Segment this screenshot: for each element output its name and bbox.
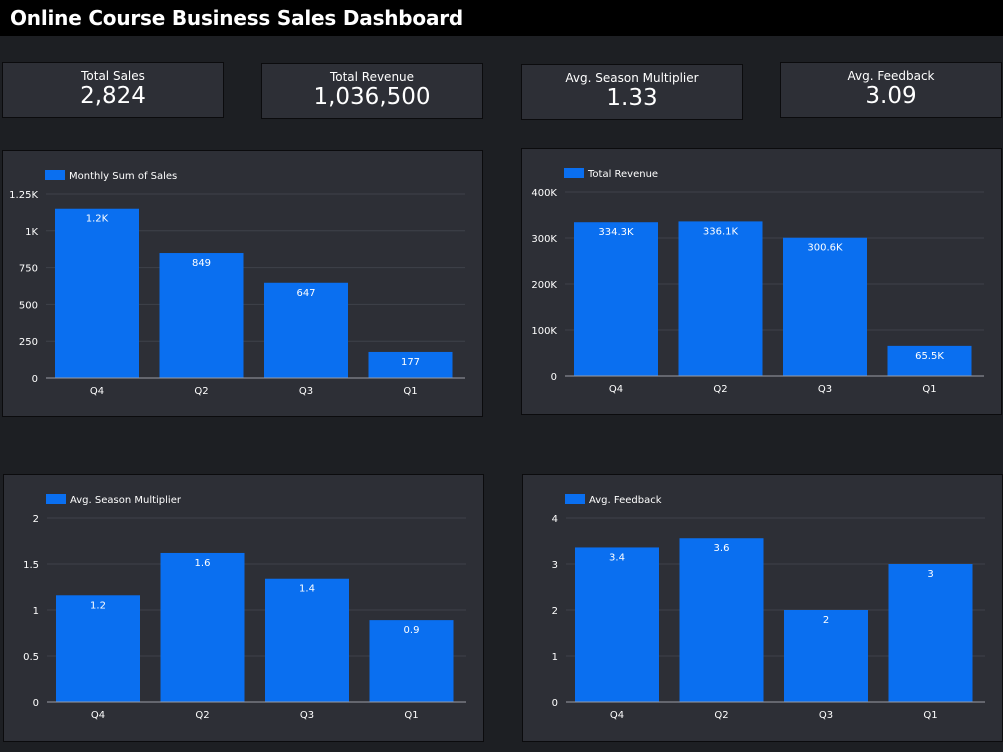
bar — [783, 237, 867, 376]
data-label: 1.2 — [90, 600, 106, 611]
data-label: 336.1K — [703, 226, 739, 237]
x-tick-label: Q1 — [923, 710, 937, 721]
y-tick-label: 0.5 — [23, 652, 39, 663]
kpi-value: 1,036,500 — [313, 84, 431, 110]
chart-panel-avg-feedback: Avg. Feedback 0 1 2 3 4 3.4 Q4 3.6 Q2 2 Q3 3 Q1 — [522, 474, 1003, 742]
chart-panel-total-revenue: Total Revenue 0 100K 200K 300K 400K 334.3K Q4 33… — [521, 148, 1002, 415]
legend-label: Avg. Feedback — [589, 495, 662, 506]
x-tick-label: Q3 — [299, 386, 313, 397]
y-tick-label: 0 — [32, 374, 38, 385]
bar — [265, 578, 349, 702]
bar-chart: Total Revenue 0 100K 200K 300K 400K 334.3K Q4 33… — [531, 168, 984, 395]
kpi-label: Total Revenue — [329, 70, 415, 84]
legend-label: Total Revenue — [587, 169, 658, 180]
y-tick-label: 0 — [552, 698, 558, 709]
y-tick-label: 3 — [552, 560, 558, 571]
data-label: 3.4 — [609, 552, 625, 563]
y-tick-label: 500 — [19, 300, 38, 311]
bar — [678, 221, 763, 376]
x-tick-label: Q1 — [922, 384, 936, 395]
y-tick-label: 100K — [531, 326, 557, 337]
y-tick-label: 4 — [552, 514, 558, 525]
data-label: 1.6 — [195, 558, 211, 569]
bar — [575, 547, 659, 702]
bar — [574, 222, 658, 376]
x-tick-label: Q4 — [609, 384, 623, 395]
data-label: 647 — [296, 288, 315, 299]
bar — [679, 538, 764, 702]
bar-chart: Avg. Feedback 0 1 2 3 4 3.4 Q4 3.6 Q2 2 Q3 3 Q1 — [552, 494, 985, 721]
kpi-label: Avg. Feedback — [847, 69, 935, 83]
y-tick-label: 2 — [33, 514, 39, 525]
y-tick-label: 1.5 — [23, 560, 39, 571]
dashboard-header: Online Course Business Sales Dashboard — [0, 0, 1003, 36]
legend-swatch — [46, 494, 66, 504]
x-tick-label: Q3 — [300, 710, 314, 721]
y-tick-label: 2 — [552, 606, 558, 617]
bar — [160, 552, 245, 702]
chart-panel-avg-season-multiplier: Avg. Season Multiplier 0 0.5 1 1.5 2 1.2 Q4 1.6 Q… — [3, 474, 484, 742]
data-label: 177 — [401, 357, 420, 368]
chart-panel-monthly-sales: Monthly Sum of Sales 0 250 500 750 1K 1.25K 1.2… — [2, 150, 483, 417]
data-label: 300.6K — [807, 243, 843, 254]
y-tick-label: 200K — [531, 280, 557, 291]
bar — [55, 208, 139, 378]
legend-swatch — [564, 168, 584, 178]
data-label: 1.4 — [299, 584, 315, 595]
x-tick-label: Q2 — [195, 710, 209, 721]
kpi-card-avg-feedback: Avg. Feedback 3.09 — [780, 62, 1002, 118]
x-tick-label: Q3 — [818, 384, 832, 395]
data-label: 65.5K — [915, 351, 944, 362]
bar — [159, 253, 244, 378]
data-label: 849 — [192, 258, 211, 269]
bar — [888, 564, 973, 702]
kpi-card-avg-season-multiplier: Avg. Season Multiplier 1.33 — [521, 64, 743, 120]
kpi-card-total-sales: Total Sales 2,824 — [2, 62, 224, 118]
data-label: 1.2K — [86, 214, 109, 225]
x-tick-label: Q3 — [819, 710, 833, 721]
kpi-value: 1.33 — [606, 85, 658, 111]
x-tick-label: Q4 — [90, 386, 104, 397]
bar-chart: Monthly Sum of Sales 0 250 500 750 1K 1.25K 1.2… — [9, 170, 465, 397]
y-tick-label: 0 — [33, 698, 39, 709]
x-tick-label: Q1 — [403, 386, 417, 397]
kpi-label: Avg. Season Multiplier — [565, 71, 699, 85]
data-label: 0.9 — [404, 625, 420, 636]
bar — [56, 595, 140, 702]
data-label: 334.3K — [598, 227, 634, 238]
y-tick-label: 750 — [19, 264, 38, 275]
x-tick-label: Q4 — [91, 710, 105, 721]
y-tick-label: 400K — [531, 188, 557, 199]
x-tick-label: Q2 — [714, 710, 728, 721]
page-title: Online Course Business Sales Dashboard — [10, 6, 464, 30]
data-label: 2 — [823, 615, 829, 626]
data-label: 3 — [927, 569, 933, 580]
x-tick-label: Q2 — [713, 384, 727, 395]
y-tick-label: 1.25K — [9, 190, 38, 201]
x-tick-label: Q2 — [194, 386, 208, 397]
y-tick-label: 0 — [551, 372, 557, 383]
x-tick-label: Q1 — [404, 710, 418, 721]
kpi-label: Total Sales — [81, 69, 145, 83]
kpi-card-total-revenue: Total Revenue 1,036,500 — [261, 63, 483, 119]
bar-chart: Avg. Season Multiplier 0 0.5 1 1.5 2 1.2 Q4 1.6 Q… — [23, 494, 466, 721]
y-tick-label: 300K — [531, 234, 557, 245]
legend-swatch — [565, 494, 585, 504]
y-tick-label: 1 — [33, 606, 39, 617]
legend-label: Avg. Season Multiplier — [70, 495, 182, 506]
x-tick-label: Q4 — [610, 710, 624, 721]
y-tick-label: 1K — [25, 227, 38, 238]
y-tick-label: 1 — [552, 652, 558, 663]
kpi-value: 2,824 — [80, 83, 146, 109]
legend-label: Monthly Sum of Sales — [69, 171, 177, 182]
legend-swatch — [45, 170, 65, 180]
y-tick-label: 250 — [19, 337, 38, 348]
kpi-value: 3.09 — [865, 83, 917, 109]
data-label: 3.6 — [714, 543, 730, 554]
